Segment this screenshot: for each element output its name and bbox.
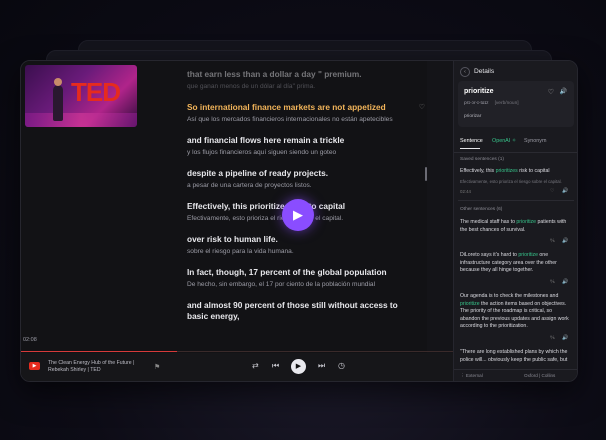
external-label: External	[465, 373, 483, 378]
pronunciation-text: prɪ-ɔr-ɪ-tɑɪz	[464, 101, 489, 106]
other-sentence[interactable]: "There are long established plans by whi…	[460, 349, 570, 367]
saved-sentence-translation: Efectivamente, esto prioriza el riesgo s…	[460, 179, 562, 184]
transcript-english: that earn less than a dollar a day " pre…	[187, 69, 362, 79]
bookmark-icon[interactable]: ⚑	[154, 363, 160, 371]
play-button[interactable]: ▶	[291, 359, 306, 374]
other-sentence[interactable]: DiLoreto says it's hard to prioritize on…	[460, 252, 570, 275]
play-overlay-button[interactable]: ▶	[282, 199, 314, 231]
transcript-translation: Así que los mercados financieros interna…	[187, 116, 393, 123]
detail-tabs: Sentence OpenAI ✧ Synonym	[460, 138, 572, 150]
other-sentence[interactable]: Our agenda is to check the milestones an…	[460, 293, 570, 331]
pronunciation: prɪ-ɔr-ɪ-tɑɪz [verb/noun]	[464, 101, 519, 106]
highlighted-word: prioritize	[516, 219, 537, 225]
details-panel: ‹ Details prioritize ♡ 🔊 prɪ-ɔr-ɪ-tɑɪz [ve…	[453, 61, 577, 381]
transcript-english: So international finance markets are not…	[187, 102, 386, 112]
collins-link[interactable]: Collins	[542, 373, 556, 378]
back-chevron-icon[interactable]: ‹	[460, 67, 470, 77]
transcript-scrollbar[interactable]	[425, 167, 427, 181]
video-title: The Clean Energy Hub of the Future | Reb…	[48, 360, 135, 373]
transcript-translation: que ganan menos de un dólar al día" prim…	[187, 83, 316, 90]
saved-sentences-label: Saved sentences (1)	[460, 157, 504, 162]
timecode: 02:08	[23, 337, 37, 343]
other-sentence[interactable]: The medical staff has to prioritize pati…	[460, 219, 570, 234]
tabs-divider	[454, 152, 577, 153]
highlighted-word: prioritize	[460, 300, 480, 307]
transcript-line-active[interactable]: So international finance markets are not…	[187, 102, 425, 125]
sentence-text: risk to capital	[517, 168, 550, 174]
repeat-icon[interactable]: ⇄	[252, 361, 259, 370]
transcript-translation: sobre el riesgo para la vida humana.	[187, 248, 294, 255]
transcript-line[interactable]: and financial flows here remain a trickl…	[187, 135, 419, 158]
skip-back-icon[interactable]: ⏮	[272, 361, 279, 371]
other-sentences-label: Other sentences (6)	[460, 207, 503, 212]
speaker-icon[interactable]: 🔊	[562, 335, 568, 341]
highlighted-word: prioritizes	[495, 168, 518, 174]
definition: priorizar	[464, 114, 482, 119]
ted-logo: TED	[71, 77, 121, 107]
transcript-english: and financial flows here remain a trickl…	[187, 135, 345, 145]
details-title: Details	[474, 68, 495, 75]
transcript-translation: a pesar de una cartera de proyectos list…	[187, 182, 312, 189]
sentence-text: Our agenda is to check the milestones an…	[460, 293, 559, 299]
dictionary-footer: ⋮ External Oxford | Collins	[454, 369, 577, 381]
speaker-icon[interactable]: 🔊	[562, 188, 568, 194]
part-of-speech: [verb/noun]	[494, 101, 519, 106]
details-header: ‹ Details	[460, 67, 494, 77]
speaker-icon[interactable]: 🔊	[562, 238, 568, 244]
stage-light	[25, 113, 137, 127]
speaker-icon[interactable]: 🔊	[560, 88, 567, 95]
section-divider	[458, 200, 574, 201]
app-window: TED that earn less than a dollar a day "…	[20, 60, 578, 382]
transcript-line[interactable]: and almost 90 percent of those still wit…	[187, 300, 419, 322]
video-transcript-pane: TED that earn less than a dollar a day "…	[21, 61, 427, 381]
transcript-english: and almost 90 percent of those still wit…	[187, 300, 398, 321]
word-headline: prioritize	[464, 88, 494, 95]
word-card: prioritize ♡ 🔊 prɪ-ɔr-ɪ-tɑɪz [verb/noun] …	[458, 81, 574, 127]
highlighted-word: prioritize	[518, 252, 538, 258]
play-icon: ▶	[295, 363, 302, 370]
skip-forward-icon[interactable]: ⏭	[318, 361, 325, 371]
transcript-english: over risk to human life.	[187, 234, 278, 244]
speaker-icon[interactable]: 🔊	[562, 279, 568, 285]
transcript-line[interactable]: that earn less than a dollar a day " pre…	[187, 69, 419, 92]
external-link[interactable]: ⋮ External	[460, 373, 483, 379]
progress-fill	[21, 351, 177, 352]
translate-icon[interactable]: ⅍	[550, 335, 555, 341]
tab-synonym[interactable]: Synonym	[524, 138, 546, 144]
saved-sentence[interactable]: Effectively, this prioritizes risk to ca…	[460, 168, 570, 176]
translate-icon[interactable]: ⅍	[550, 238, 555, 244]
active-tab-indicator	[460, 148, 480, 149]
transcript-english: In fact, though, 17 percent of the globa…	[187, 267, 387, 277]
sentence-text: "There are long established plans by whi…	[460, 349, 568, 363]
sentence-text: The medical staff has to	[460, 219, 517, 225]
sentence-text: Effectively, this	[460, 168, 496, 174]
dictionary-sources: Oxford | Collins	[524, 373, 556, 378]
youtube-icon: ▶	[29, 362, 40, 370]
sentence-text: DiLoreto says it's hard to	[460, 252, 519, 258]
heart-icon[interactable]: ♡	[548, 88, 554, 96]
speed-icon[interactable]: ◷	[338, 361, 345, 370]
tab-openai[interactable]: OpenAI ✧	[492, 138, 516, 144]
bookmark-icon[interactable]: ♡	[419, 103, 425, 111]
transcript-english: despite a pipeline of ready projects.	[187, 168, 329, 178]
speaker-head	[54, 78, 62, 86]
video-thumbnail[interactable]: TED	[25, 65, 137, 127]
heart-icon[interactable]: ♡	[550, 188, 554, 194]
transcript-translation: y los flujos financieros aquí siguen sie…	[187, 149, 337, 156]
speaker-figure	[53, 85, 63, 121]
tab-sentence[interactable]: Sentence	[460, 138, 483, 144]
transcript-translation: De hecho, sin embargo, el 17 por ciento …	[187, 281, 376, 288]
play-icon: ▶	[293, 207, 303, 222]
transcript-line[interactable]: over risk to human life. sobre el riesgo…	[187, 234, 419, 257]
saved-sentence-time: 02:44	[460, 189, 471, 194]
transcript-line[interactable]: despite a pipeline of ready projects. a …	[187, 168, 419, 191]
transcript-line[interactable]: In fact, though, 17 percent of the globa…	[187, 267, 419, 290]
oxford-link[interactable]: Oxford	[524, 373, 538, 378]
translate-icon[interactable]: ⅍	[550, 279, 555, 285]
